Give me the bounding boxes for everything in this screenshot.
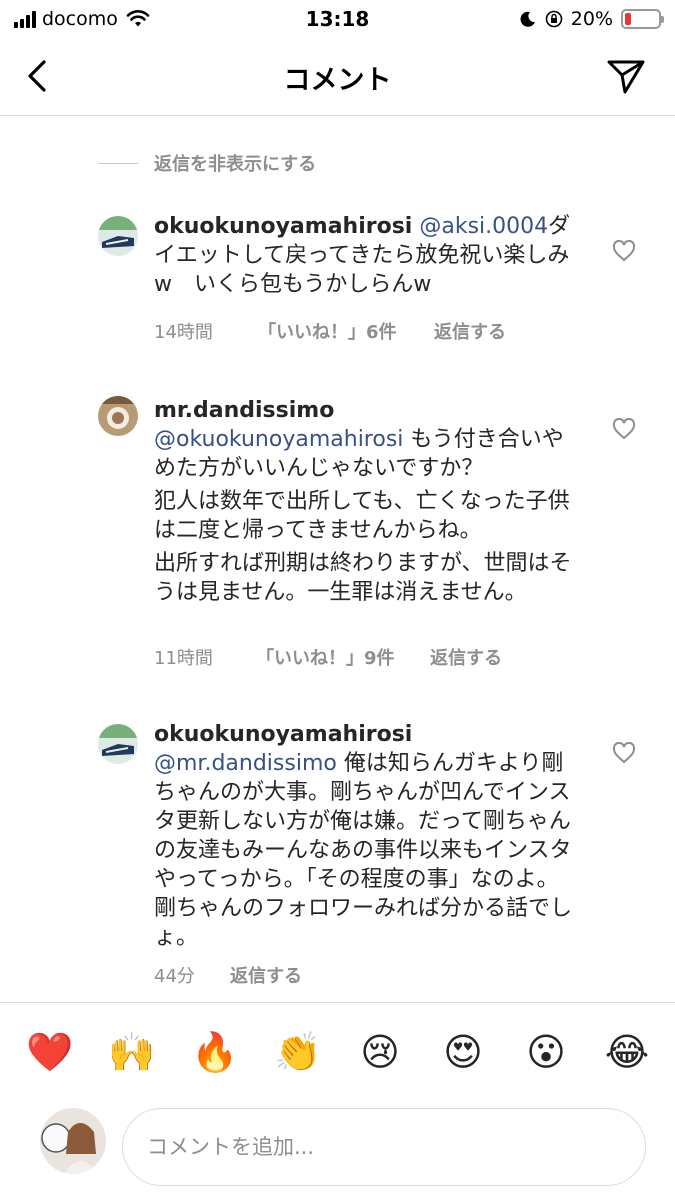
surprised-emoji-button[interactable]: 😮 — [523, 1029, 569, 1075]
my-avatar — [40, 1108, 106, 1174]
comment-likes[interactable]: 「いいね！」6件 — [258, 318, 434, 344]
clapping-emoji-button[interactable]: 👏 — [274, 1029, 321, 1075]
battery-icon — [621, 9, 664, 29]
reply-button[interactable]: 返信する — [434, 318, 506, 344]
reply-button[interactable]: 返信する — [430, 644, 502, 670]
comment-mention[interactable]: @mr.dandissimo — [154, 751, 337, 776]
avatar[interactable] — [98, 396, 138, 436]
reply-button[interactable]: 返信する — [230, 962, 302, 988]
battery-percent: 20% — [570, 8, 613, 30]
comment-text: 出所すれば刑期は終わりますが、世間はそうは見ません。一生罪は消えません。 — [154, 551, 572, 605]
hide-replies-button[interactable]: 返信を非表示にする — [98, 150, 316, 176]
comment-composer: コメントを追加... — [0, 1100, 675, 1200]
comment-input[interactable]: コメントを追加... — [122, 1108, 646, 1186]
raised-hands-emoji-button[interactable]: 🙌 — [108, 1029, 155, 1075]
comment-time: 44分 — [154, 966, 195, 987]
comment-username[interactable]: mr.dandissimo — [154, 398, 334, 423]
like-heart-icon[interactable] — [612, 742, 636, 764]
comment-time: 11時間 — [154, 648, 213, 669]
avatar[interactable] — [98, 724, 138, 764]
comment-username[interactable]: okuokunoyamahirosi — [154, 722, 412, 747]
like-heart-icon[interactable] — [612, 240, 636, 262]
avatar[interactable] — [98, 216, 138, 256]
fire-emoji-button[interactable]: 🔥 — [191, 1029, 238, 1075]
comment-mention[interactable]: @aksi.0004 — [419, 214, 548, 239]
nav-bar: コメント — [0, 44, 675, 116]
comment-username[interactable]: okuokunoyamahirosi — [154, 214, 412, 239]
heart-emoji-button[interactable]: ❤️ — [26, 1029, 73, 1075]
laughing-emoji-button[interactable]: 😂 — [604, 1029, 650, 1075]
crying-emoji-button[interactable]: 😢 — [357, 1029, 403, 1075]
heart-eyes-emoji-button[interactable]: 😍 — [440, 1029, 486, 1075]
status-bar: docomo 13:18 20% — [0, 0, 675, 40]
rotation-lock-icon — [545, 10, 563, 28]
like-heart-icon[interactable] — [612, 418, 636, 440]
divider — [98, 162, 138, 164]
comment-mention[interactable]: @okuokunoyamahirosi — [154, 427, 403, 452]
comment-likes[interactable]: 「いいね！」9件 — [256, 644, 430, 670]
comment-text: 犯人は数年で出所しても、亡くなった子供は二度と帰ってきませんからね。 — [154, 489, 570, 543]
do-not-disturb-icon — [520, 11, 535, 27]
hide-replies-label: 返信を非表示にする — [154, 154, 317, 175]
emoji-quick-reactions: ❤️ 🙌 🔥 👏 😢 😍 😮 😂 — [0, 1002, 675, 1098]
send-icon[interactable] — [605, 56, 647, 98]
comment-time: 14時間 — [154, 322, 213, 343]
comment-text: 俺は知らんガキより剛ちゃんのが大事。剛ちゃんが凹んでインスタ更新しない方が俺は嫌… — [154, 751, 573, 950]
page-title: コメント — [283, 65, 392, 96]
